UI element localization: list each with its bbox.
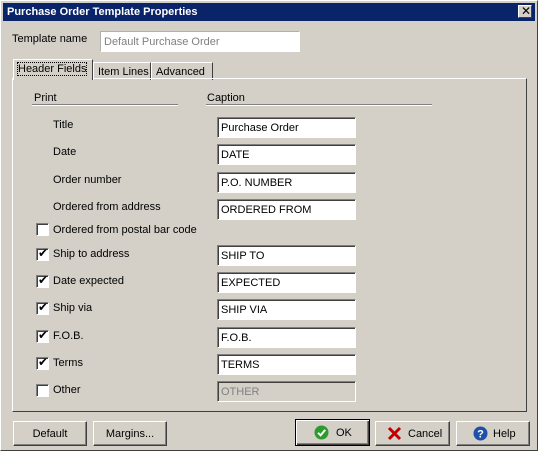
- row-ship-to-label: Ship to address: [53, 248, 130, 260]
- tab-item-lines-label: Item Lines: [98, 66, 149, 78]
- default-button-label: Default: [32, 428, 68, 440]
- title-bar[interactable]: Purchase Order Template Properties ✕: [3, 3, 535, 21]
- ok-button-label: OK: [336, 427, 352, 439]
- caption-column-header: Caption: [207, 92, 245, 104]
- caption-other-value: OTHER: [221, 386, 260, 398]
- caption-ordered-from-value: ORDERED FROM: [221, 204, 312, 216]
- checkbox-postal-bar-code[interactable]: [36, 223, 49, 236]
- checkbox-ship-via[interactable]: ✔: [36, 300, 49, 315]
- check-icon: ✔: [38, 246, 49, 260]
- help-question-icon: ?: [473, 426, 488, 441]
- ok-check-icon: [314, 425, 329, 440]
- cancel-button[interactable]: Cancel: [375, 421, 450, 446]
- row-postal-bar-code-label: Ordered from postal bar code: [53, 224, 197, 236]
- caption-title-value: Purchase Order: [221, 122, 299, 134]
- dialog-window: Purchase Order Template Properties ✕ Tem…: [0, 0, 538, 451]
- caption-fob-field[interactable]: F.O.B.: [217, 327, 356, 348]
- check-icon: ✔: [38, 273, 49, 287]
- row-order-number-label: Order number: [53, 174, 122, 186]
- close-button[interactable]: ✕: [518, 4, 532, 18]
- caption-column-rule: [206, 104, 432, 106]
- print-column-rule: [32, 104, 178, 106]
- ok-button[interactable]: OK: [295, 419, 370, 446]
- row-other-label: Other: [53, 384, 81, 396]
- caption-other-field: OTHER: [217, 381, 356, 402]
- row-title-label: Title: [53, 119, 74, 131]
- help-button-label: Help: [493, 428, 516, 440]
- margins-button[interactable]: Margins...: [93, 421, 167, 446]
- checkbox-terms[interactable]: ✔: [36, 355, 49, 370]
- caption-date-value: DATE: [221, 149, 250, 161]
- caption-order-number-value: P.O. NUMBER: [221, 177, 293, 189]
- print-column-header: Print: [34, 92, 57, 104]
- cancel-x-icon: [387, 426, 402, 441]
- window-title: Purchase Order Template Properties: [7, 6, 198, 18]
- tab-advanced-label: Advanced: [156, 66, 205, 78]
- checkbox-other[interactable]: [36, 384, 49, 397]
- caption-ordered-from-field[interactable]: ORDERED FROM: [217, 199, 356, 220]
- caption-terms-field[interactable]: TERMS: [217, 354, 356, 375]
- checkbox-ship-to[interactable]: ✔: [36, 246, 49, 261]
- check-icon: ✔: [38, 300, 49, 314]
- template-name-value: Default Purchase Order: [104, 36, 220, 48]
- caption-order-number-field[interactable]: P.O. NUMBER: [217, 172, 356, 193]
- check-icon: ✔: [38, 328, 49, 342]
- caption-ship-to-value: SHIP TO: [221, 250, 265, 262]
- row-fob-label: F.O.B.: [53, 330, 84, 342]
- row-date-expected-label: Date expected: [53, 275, 124, 287]
- row-ordered-from-label: Ordered from address: [53, 201, 161, 213]
- row-date-label: Date: [53, 146, 77, 158]
- row-terms-label: Terms: [53, 357, 83, 369]
- cancel-button-label: Cancel: [408, 428, 443, 440]
- checkbox-date-expected[interactable]: ✔: [36, 273, 49, 288]
- tab-header-fields[interactable]: Header Fields: [13, 59, 93, 80]
- caption-terms-value: TERMS: [221, 359, 260, 371]
- default-button[interactable]: Default: [13, 421, 87, 446]
- tab-header-fields-label: Header Fields: [16, 62, 88, 76]
- close-icon: ✕: [521, 4, 532, 18]
- caption-ship-via-value: SHIP VIA: [221, 304, 268, 316]
- caption-expected-field[interactable]: EXPECTED: [217, 272, 356, 293]
- checkbox-fob[interactable]: ✔: [36, 328, 49, 343]
- caption-date-field[interactable]: DATE: [217, 144, 356, 165]
- svg-text:?: ?: [477, 429, 484, 441]
- caption-ship-to-field[interactable]: SHIP TO: [217, 245, 356, 266]
- caption-ship-via-field[interactable]: SHIP VIA: [217, 299, 356, 320]
- row-ship-via-label: Ship via: [53, 302, 93, 314]
- template-name-label: Template name: [12, 33, 88, 45]
- caption-title-field[interactable]: Purchase Order: [217, 117, 356, 138]
- check-icon: ✔: [38, 355, 49, 369]
- margins-button-label: Margins...: [105, 428, 155, 440]
- template-name-field[interactable]: Default Purchase Order: [100, 31, 300, 52]
- help-button[interactable]: ? Help: [456, 421, 530, 446]
- caption-expected-value: EXPECTED: [221, 277, 281, 289]
- caption-fob-value: F.O.B.: [221, 332, 252, 344]
